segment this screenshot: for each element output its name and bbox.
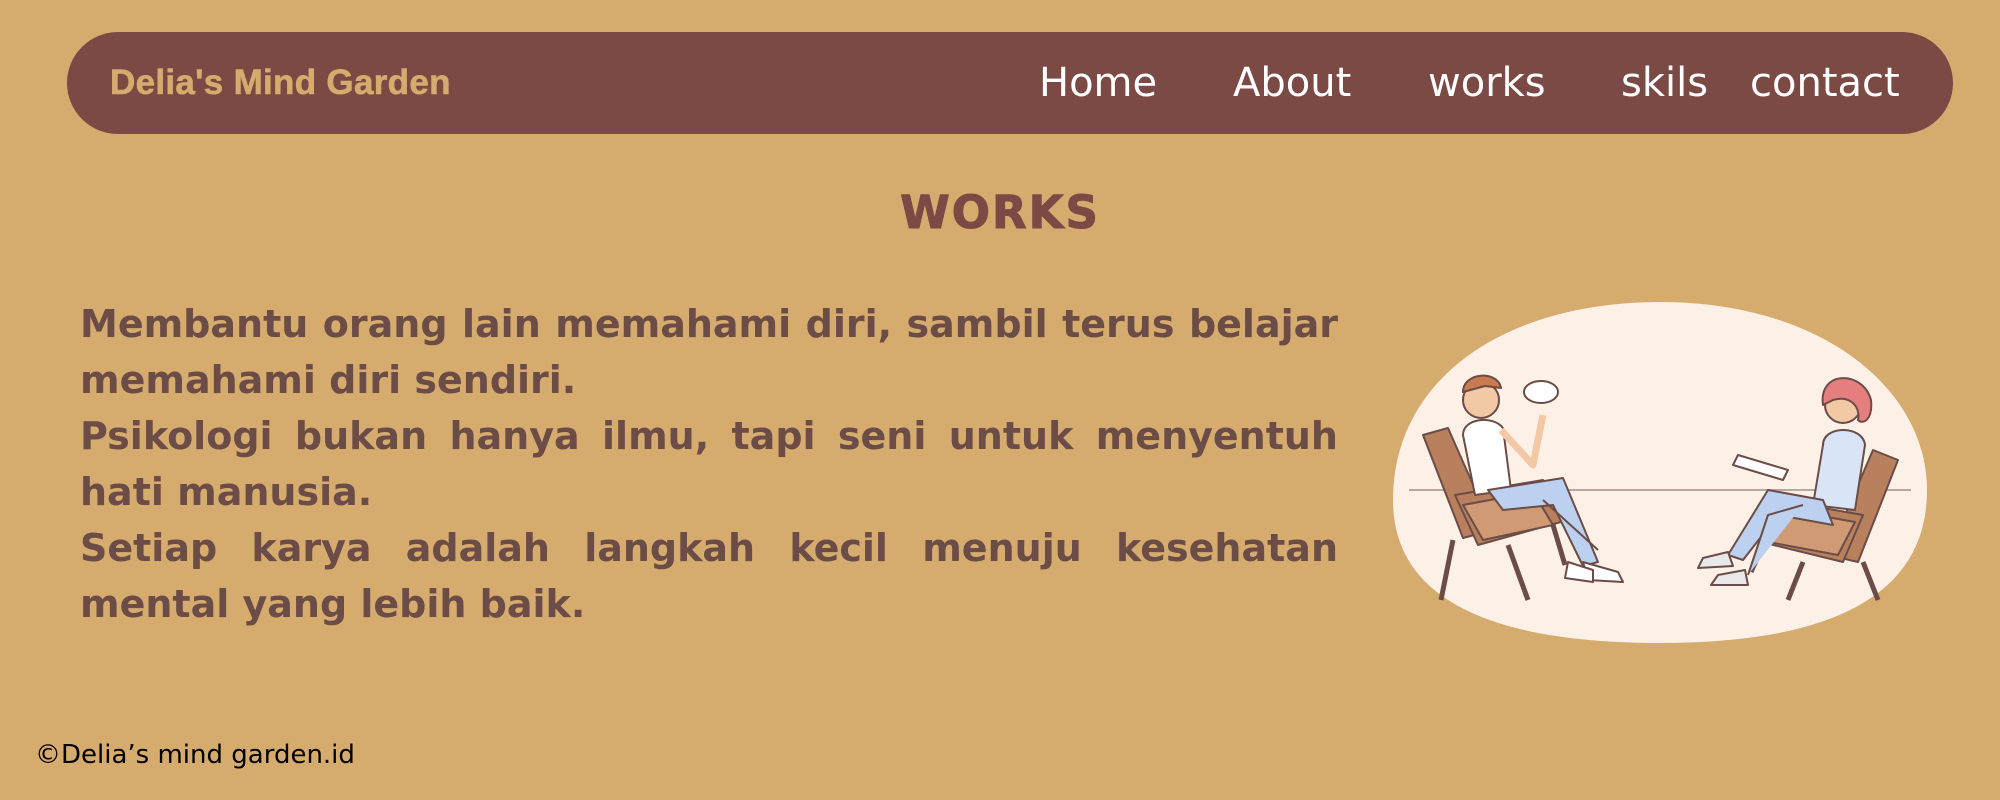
works-description: Membantu orang lain memahami diri, sambi… — [80, 296, 1338, 632]
navbar: Delia's Mind Garden Home About works ski… — [67, 32, 1953, 134]
paragraph-2: Psikologi bukan hanya ilmu, tapi seni un… — [80, 414, 1338, 514]
paragraph-1: Membantu orang lain memahami diri, sambi… — [80, 302, 1338, 402]
nav-link-about[interactable]: About — [1233, 32, 1351, 134]
brand-logo[interactable]: Delia's Mind Garden — [110, 32, 451, 134]
paragraph-3: Setiap karya adalah langkah kecil menuju… — [80, 526, 1338, 626]
footer-copyright: ©Delia’s mind garden.id — [35, 740, 355, 770]
page-title: WORKS — [900, 186, 1100, 240]
nav-link-home[interactable]: Home — [1039, 32, 1157, 134]
speech-bubble-icon — [1523, 380, 1559, 404]
counseling-illustration — [1393, 302, 1927, 643]
nav-link-contact[interactable]: contact — [1750, 32, 1900, 134]
nav-link-skils[interactable]: skils — [1621, 32, 1708, 134]
nav-link-works[interactable]: works — [1428, 32, 1546, 134]
